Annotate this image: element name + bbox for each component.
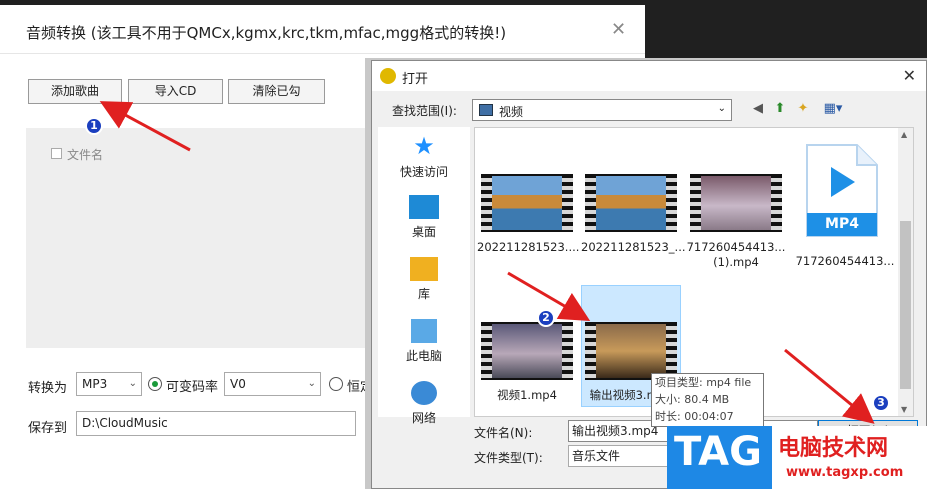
step-marker: 3 xyxy=(872,394,890,412)
step-marker: 1 xyxy=(85,117,103,135)
watermark-text: 电脑技术网 xyxy=(778,436,889,461)
arrow-3 xyxy=(784,348,875,424)
arrow-1 xyxy=(99,101,191,152)
annotation-arrows xyxy=(99,101,875,424)
step-marker: 2 xyxy=(537,309,555,327)
watermark-logo: TAG xyxy=(674,429,762,475)
watermark-url: www.tagxp.com xyxy=(786,465,904,480)
